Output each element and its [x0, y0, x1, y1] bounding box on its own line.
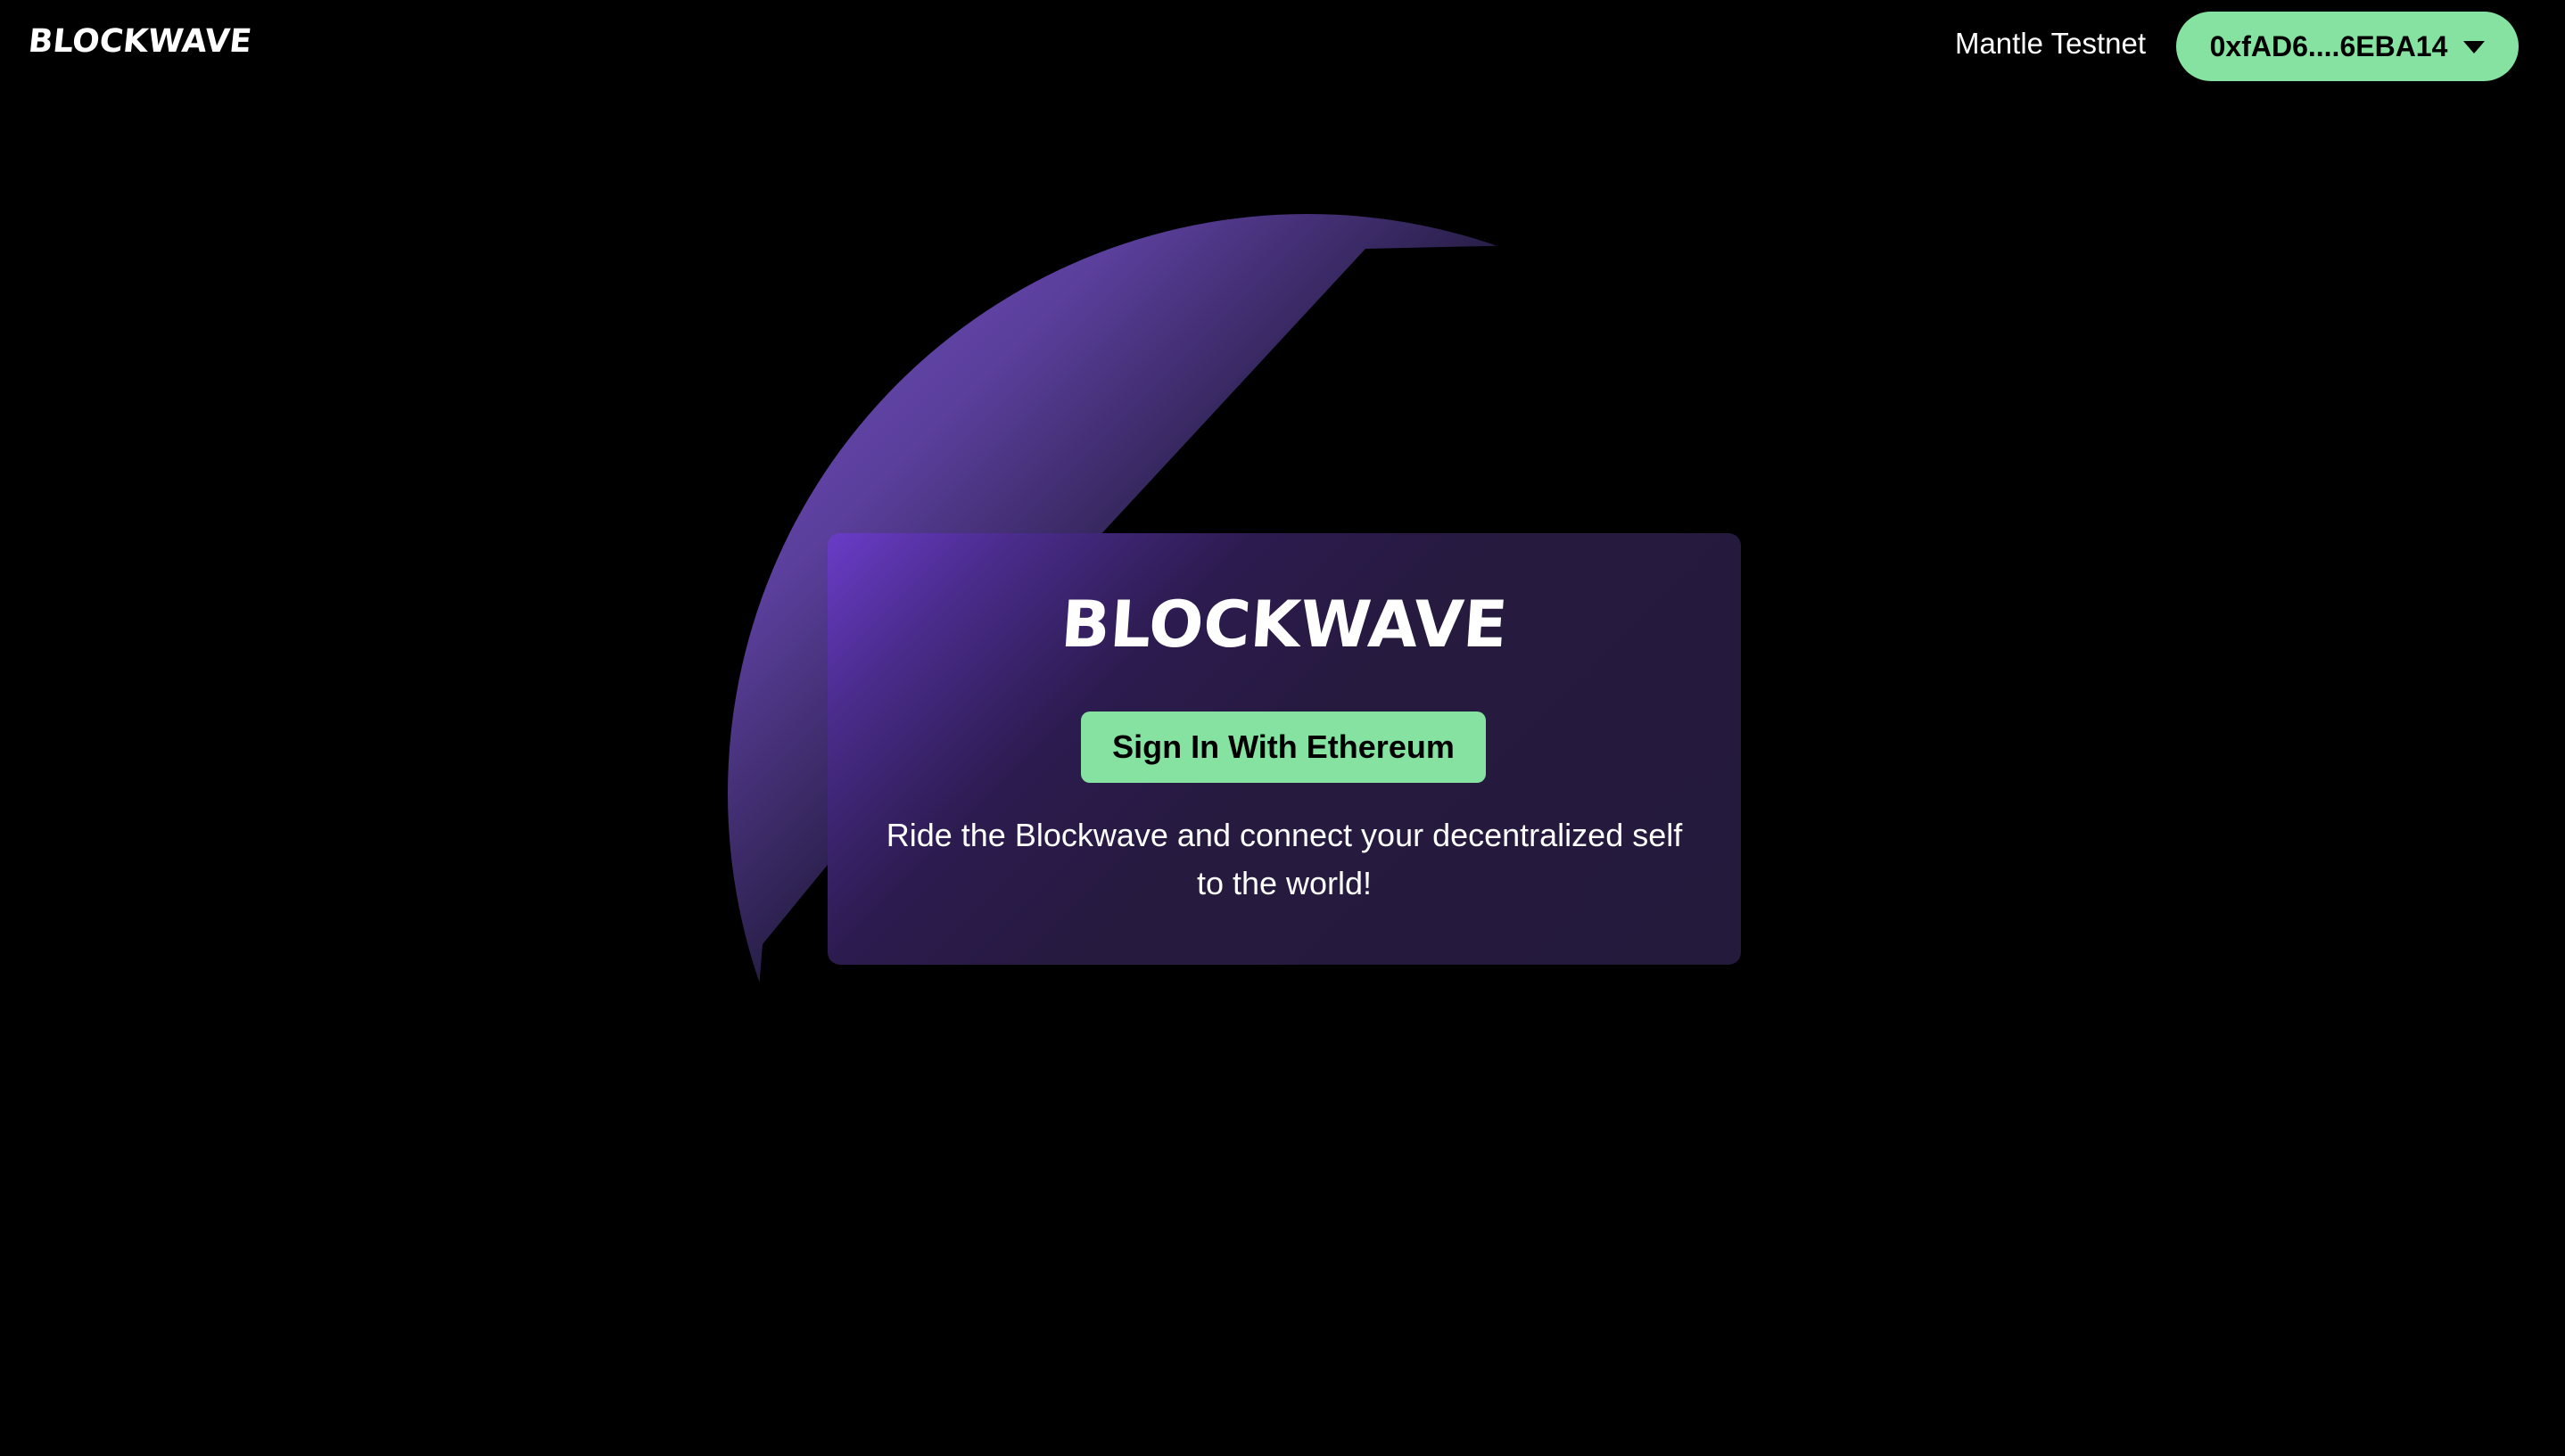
page: BLOCKWAVE Mantle Testnet 0xfAD6....6EBA1… — [0, 0, 2565, 1456]
tagline: Ride the Blockwave and connect your dece… — [886, 817, 1683, 901]
caret-down-icon — [2463, 41, 2486, 53]
sign-in-card: BLOCKWAVE Sign In With Ethereum Ride the… — [828, 533, 1741, 965]
logo[interactable]: BLOCKWAVE — [27, 23, 253, 60]
wallet-address: 0xfAD6....6EBA14 — [2209, 29, 2448, 62]
network-label: Mantle Testnet — [1954, 27, 2146, 60]
card-title: BLOCKWAVE — [1059, 587, 1510, 662]
sign-in-with-ethereum-button[interactable]: Sign In With Ethereum — [1081, 712, 1486, 783]
top-bar: BLOCKWAVE Mantle Testnet 0xfAD6....6EBA1… — [0, 0, 2565, 93]
wallet-account-button[interactable]: 0xfAD6....6EBA14 — [2176, 12, 2519, 81]
